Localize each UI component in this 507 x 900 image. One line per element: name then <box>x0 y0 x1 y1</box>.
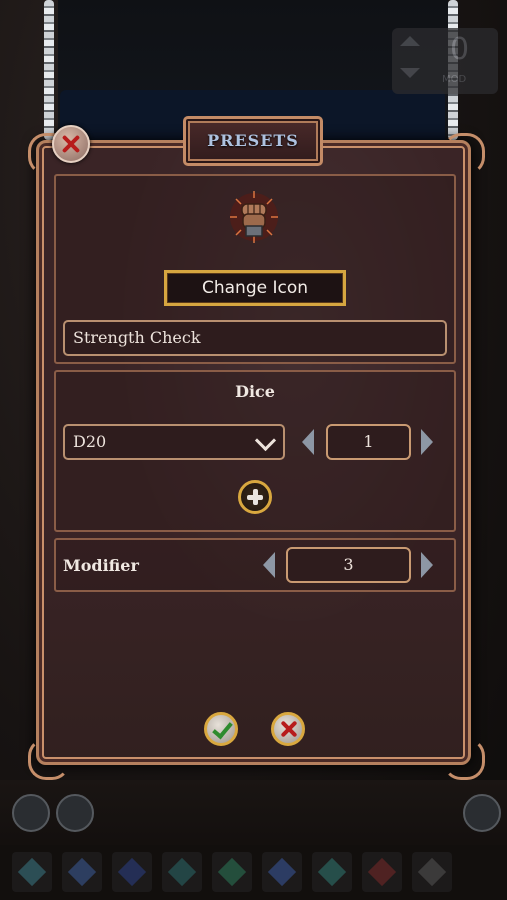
die-slot-d8 <box>112 852 152 892</box>
preset-name-input[interactable]: Strength Check <box>63 320 447 356</box>
die-slot-d4 <box>12 852 52 892</box>
corner-ornament-bottom-right <box>443 738 485 780</box>
die-slot-d100 <box>312 852 352 892</box>
left-chain <box>44 0 54 140</box>
die-slot-tool <box>412 852 452 892</box>
chevron-down-icon <box>254 429 277 452</box>
d8-icon <box>117 857 147 887</box>
die-slot-d10 <box>162 852 202 892</box>
die-slot-d20 <box>262 852 302 892</box>
toolbar-round-button-1 <box>12 794 50 832</box>
dialog-title: PRESETS <box>183 116 323 166</box>
modifier-increase-arrow-right-icon[interactable] <box>421 552 433 578</box>
dice-section-label: Dice <box>235 382 275 401</box>
custom-die-icon <box>367 857 397 887</box>
d100-icon <box>317 857 347 887</box>
die-slot-custom <box>362 852 402 892</box>
toolbar-round-button-3 <box>463 794 501 832</box>
modifier-decrease-arrow-left-icon[interactable] <box>263 552 275 578</box>
d6-icon <box>67 857 97 887</box>
change-icon-button[interactable]: Change Icon <box>164 270 346 306</box>
modifier-label: Modifier <box>63 556 139 575</box>
dice-count-field[interactable]: 1 <box>326 424 411 460</box>
fist-icon[interactable] <box>228 190 280 244</box>
close-icon[interactable] <box>52 125 90 163</box>
d10-icon <box>167 857 197 887</box>
corner-ornament-top-right <box>443 133 485 175</box>
dice-type-value: D20 <box>73 432 107 451</box>
counter-label: MOD <box>442 74 467 85</box>
modifier-value-field[interactable]: 3 <box>286 547 411 583</box>
dice-count-increase-arrow-right-icon[interactable] <box>421 429 433 455</box>
die-slot-d6 <box>62 852 102 892</box>
confirm-check-icon[interactable] <box>204 712 238 746</box>
d4-icon <box>17 857 47 887</box>
dice-type-select[interactable]: D20 <box>63 424 285 460</box>
die-slot-d12 <box>212 852 252 892</box>
d12-icon <box>217 857 247 887</box>
add-dice-plus-icon[interactable] <box>238 480 272 514</box>
counter-down-icon <box>400 68 420 78</box>
counter-value: 0 <box>450 32 470 67</box>
cancel-icon[interactable] <box>271 712 305 746</box>
corner-ornament-bottom-left <box>28 738 70 780</box>
dice-count-decrease-arrow-left-icon[interactable] <box>302 429 314 455</box>
d20-icon <box>267 857 297 887</box>
tool-icon <box>417 857 447 887</box>
background-modifier-counter: 0 MOD <box>392 28 498 94</box>
toolbar-round-button-2 <box>56 794 94 832</box>
counter-up-icon <box>400 36 420 46</box>
